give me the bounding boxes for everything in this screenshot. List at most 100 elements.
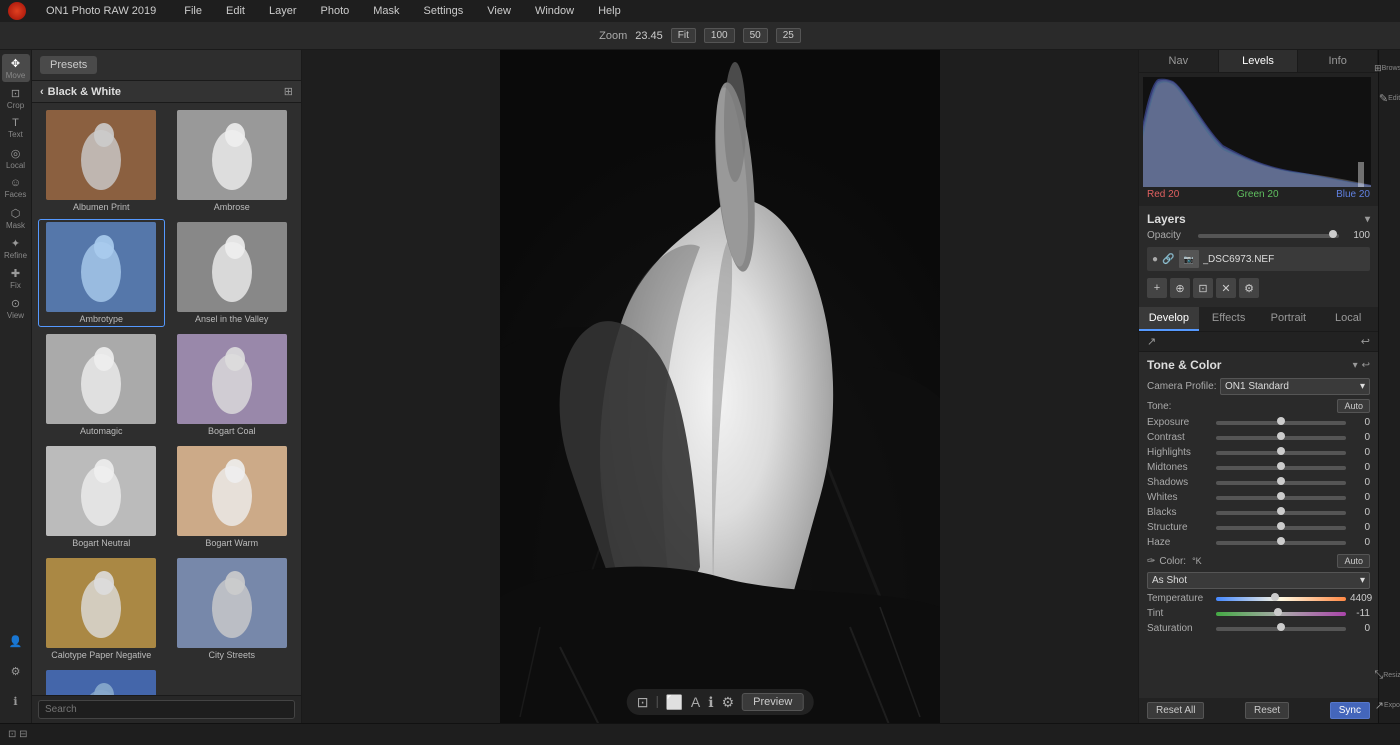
preset-item-3[interactable]: Ansel in the Valley: [169, 219, 296, 327]
tool-view[interactable]: ⊙ View: [2, 294, 30, 322]
slider-track-8[interactable]: [1216, 541, 1346, 545]
preset-item-8[interactable]: Calotype Paper Negative: [38, 555, 165, 663]
preset-item-9[interactable]: City Streets: [169, 555, 296, 663]
tab-nav[interactable]: Nav: [1139, 50, 1219, 72]
delete-layer-button[interactable]: ✕: [1216, 278, 1236, 298]
browse-side-button[interactable]: ⊞ Browse: [1380, 54, 1400, 82]
preset-item-6[interactable]: Bogart Neutral: [38, 443, 165, 551]
eyedropper-icon[interactable]: ✑: [1147, 556, 1155, 567]
preset-item-2[interactable]: Ambrotype: [38, 219, 165, 327]
canvas-zoom-out-icon[interactable]: ⊡: [637, 694, 649, 711]
slider-track-1[interactable]: [1216, 436, 1346, 440]
share-icon[interactable]: ↗: [1147, 335, 1156, 348]
browse-label: Browse: [1382, 65, 1400, 72]
add-layer-button[interactable]: +: [1147, 278, 1167, 298]
saturation-slider[interactable]: [1216, 627, 1346, 631]
preset-item-7[interactable]: Bogart Warm: [169, 443, 296, 551]
preset-item-5[interactable]: Bogart Coal: [169, 331, 296, 439]
menu-window[interactable]: Window: [531, 3, 578, 19]
menu-view[interactable]: View: [483, 3, 515, 19]
layers-collapse-icon[interactable]: ▾: [1365, 214, 1370, 225]
auto-button[interactable]: Auto: [1337, 399, 1370, 413]
preset-item-0[interactable]: Albumen Print: [38, 107, 165, 215]
slider-track-6[interactable]: [1216, 511, 1346, 515]
tab-info[interactable]: Info: [1298, 50, 1378, 72]
tab-develop[interactable]: Develop: [1139, 307, 1199, 331]
slider-track-2[interactable]: [1216, 451, 1346, 455]
reset-all-button[interactable]: Reset All: [1147, 702, 1204, 719]
zoom-50-button[interactable]: 50: [743, 28, 768, 43]
menu-bar: ON1 Photo RAW 2019 File Edit Layer Photo…: [0, 0, 1400, 22]
temperature-slider[interactable]: [1216, 597, 1346, 601]
tool-faces[interactable]: ☺ Faces: [2, 174, 30, 202]
tool-settings[interactable]: ⚙: [2, 657, 30, 685]
menu-photo[interactable]: Photo: [317, 3, 354, 19]
preset-name-6: Bogart Neutral: [72, 538, 130, 548]
tool-info-bottom[interactable]: ℹ: [2, 687, 30, 715]
slider-track-3[interactable]: [1216, 466, 1346, 470]
canvas-text-overlay-icon[interactable]: A: [691, 694, 700, 710]
preset-thumbnail-8: [46, 558, 156, 648]
tool-move[interactable]: ✥ Move: [2, 54, 30, 82]
tab-local[interactable]: Local: [1318, 307, 1378, 331]
color-auto-button[interactable]: Auto: [1337, 554, 1370, 568]
tool-user[interactable]: 👤: [2, 627, 30, 655]
canvas-info-icon[interactable]: ℹ: [708, 694, 713, 711]
tint-slider[interactable]: [1216, 612, 1346, 616]
preview-button[interactable]: Preview: [742, 693, 803, 711]
slider-value-2: 0: [1350, 447, 1370, 458]
tool-text[interactable]: T Text: [2, 114, 30, 142]
color-label: Color:: [1159, 556, 1186, 567]
preset-item-4[interactable]: Automagic: [38, 331, 165, 439]
opacity-slider[interactable]: [1198, 234, 1339, 238]
tool-local[interactable]: ◎ Local: [2, 144, 30, 172]
menu-help[interactable]: Help: [594, 3, 625, 19]
tab-portrait[interactable]: Portrait: [1259, 307, 1319, 331]
presets-grid: Albumen PrintAmbroseAmbrotypeAnsel in th…: [32, 103, 301, 695]
stamp-layer-button[interactable]: ⊕: [1170, 278, 1190, 298]
layer-visibility-icon[interactable]: ●: [1152, 254, 1158, 265]
resize-side-button[interactable]: ⤡ Resize: [1380, 661, 1400, 689]
menu-layer[interactable]: Layer: [265, 3, 301, 19]
fit-button[interactable]: Fit: [671, 28, 696, 43]
presets-button[interactable]: Presets: [40, 56, 97, 74]
sync-button[interactable]: Sync: [1330, 702, 1370, 719]
tab-levels[interactable]: Levels: [1219, 50, 1299, 72]
preset-item-1[interactable]: Ambrose: [169, 107, 296, 215]
tool-fix[interactable]: ✚ Fix: [2, 264, 30, 292]
settings-layer-button[interactable]: ⚙: [1239, 278, 1259, 298]
layer-link-icon[interactable]: 🔗: [1162, 254, 1174, 265]
copy-layer-button[interactable]: ⊡: [1193, 278, 1213, 298]
reset-button[interactable]: Reset: [1245, 702, 1289, 719]
zoom-100-button[interactable]: 100: [704, 28, 735, 43]
search-input[interactable]: [38, 700, 295, 719]
tone-color-reset-icon[interactable]: ↩: [1362, 360, 1370, 371]
undo-develop-icon[interactable]: ↩: [1361, 335, 1370, 348]
export-side-button[interactable]: ↗ Export: [1380, 691, 1400, 719]
tone-label: Tone:: [1147, 401, 1171, 412]
color-profile-select[interactable]: As Shot ▾: [1147, 572, 1370, 589]
menu-settings[interactable]: Settings: [420, 3, 468, 19]
grid-toggle-icon[interactable]: ⊞: [284, 85, 293, 98]
develop-tabs: Develop Effects Portrait Local: [1139, 307, 1378, 332]
slider-value-8: 0: [1350, 537, 1370, 548]
preset-item-10[interactable]: Cyanotype: [38, 667, 165, 695]
slider-track-4[interactable]: [1216, 481, 1346, 485]
menu-edit[interactable]: Edit: [222, 3, 249, 19]
tool-mask[interactable]: ⬡ Mask: [2, 204, 30, 232]
slider-track-7[interactable]: [1216, 526, 1346, 530]
tool-refine[interactable]: ✦ Refine: [2, 234, 30, 262]
menu-mask[interactable]: Mask: [369, 3, 403, 19]
canvas-toggle-icon[interactable]: ⬜: [665, 694, 682, 711]
tab-effects[interactable]: Effects: [1199, 307, 1259, 331]
tool-crop[interactable]: ⊡ Crop: [2, 84, 30, 112]
slider-track-5[interactable]: [1216, 496, 1346, 500]
tone-color-collapse-icon[interactable]: ▾: [1353, 360, 1358, 371]
canvas-settings-icon[interactable]: ⚙: [722, 694, 735, 711]
edit-side-button[interactable]: ✎ Edit: [1380, 84, 1400, 112]
camera-profile-select[interactable]: ON1 Standard ▾: [1220, 378, 1370, 395]
slider-track-0[interactable]: [1216, 421, 1346, 425]
slider-value-0: 0: [1350, 417, 1370, 428]
menu-file[interactable]: File: [180, 3, 206, 19]
zoom-25-button[interactable]: 25: [776, 28, 801, 43]
